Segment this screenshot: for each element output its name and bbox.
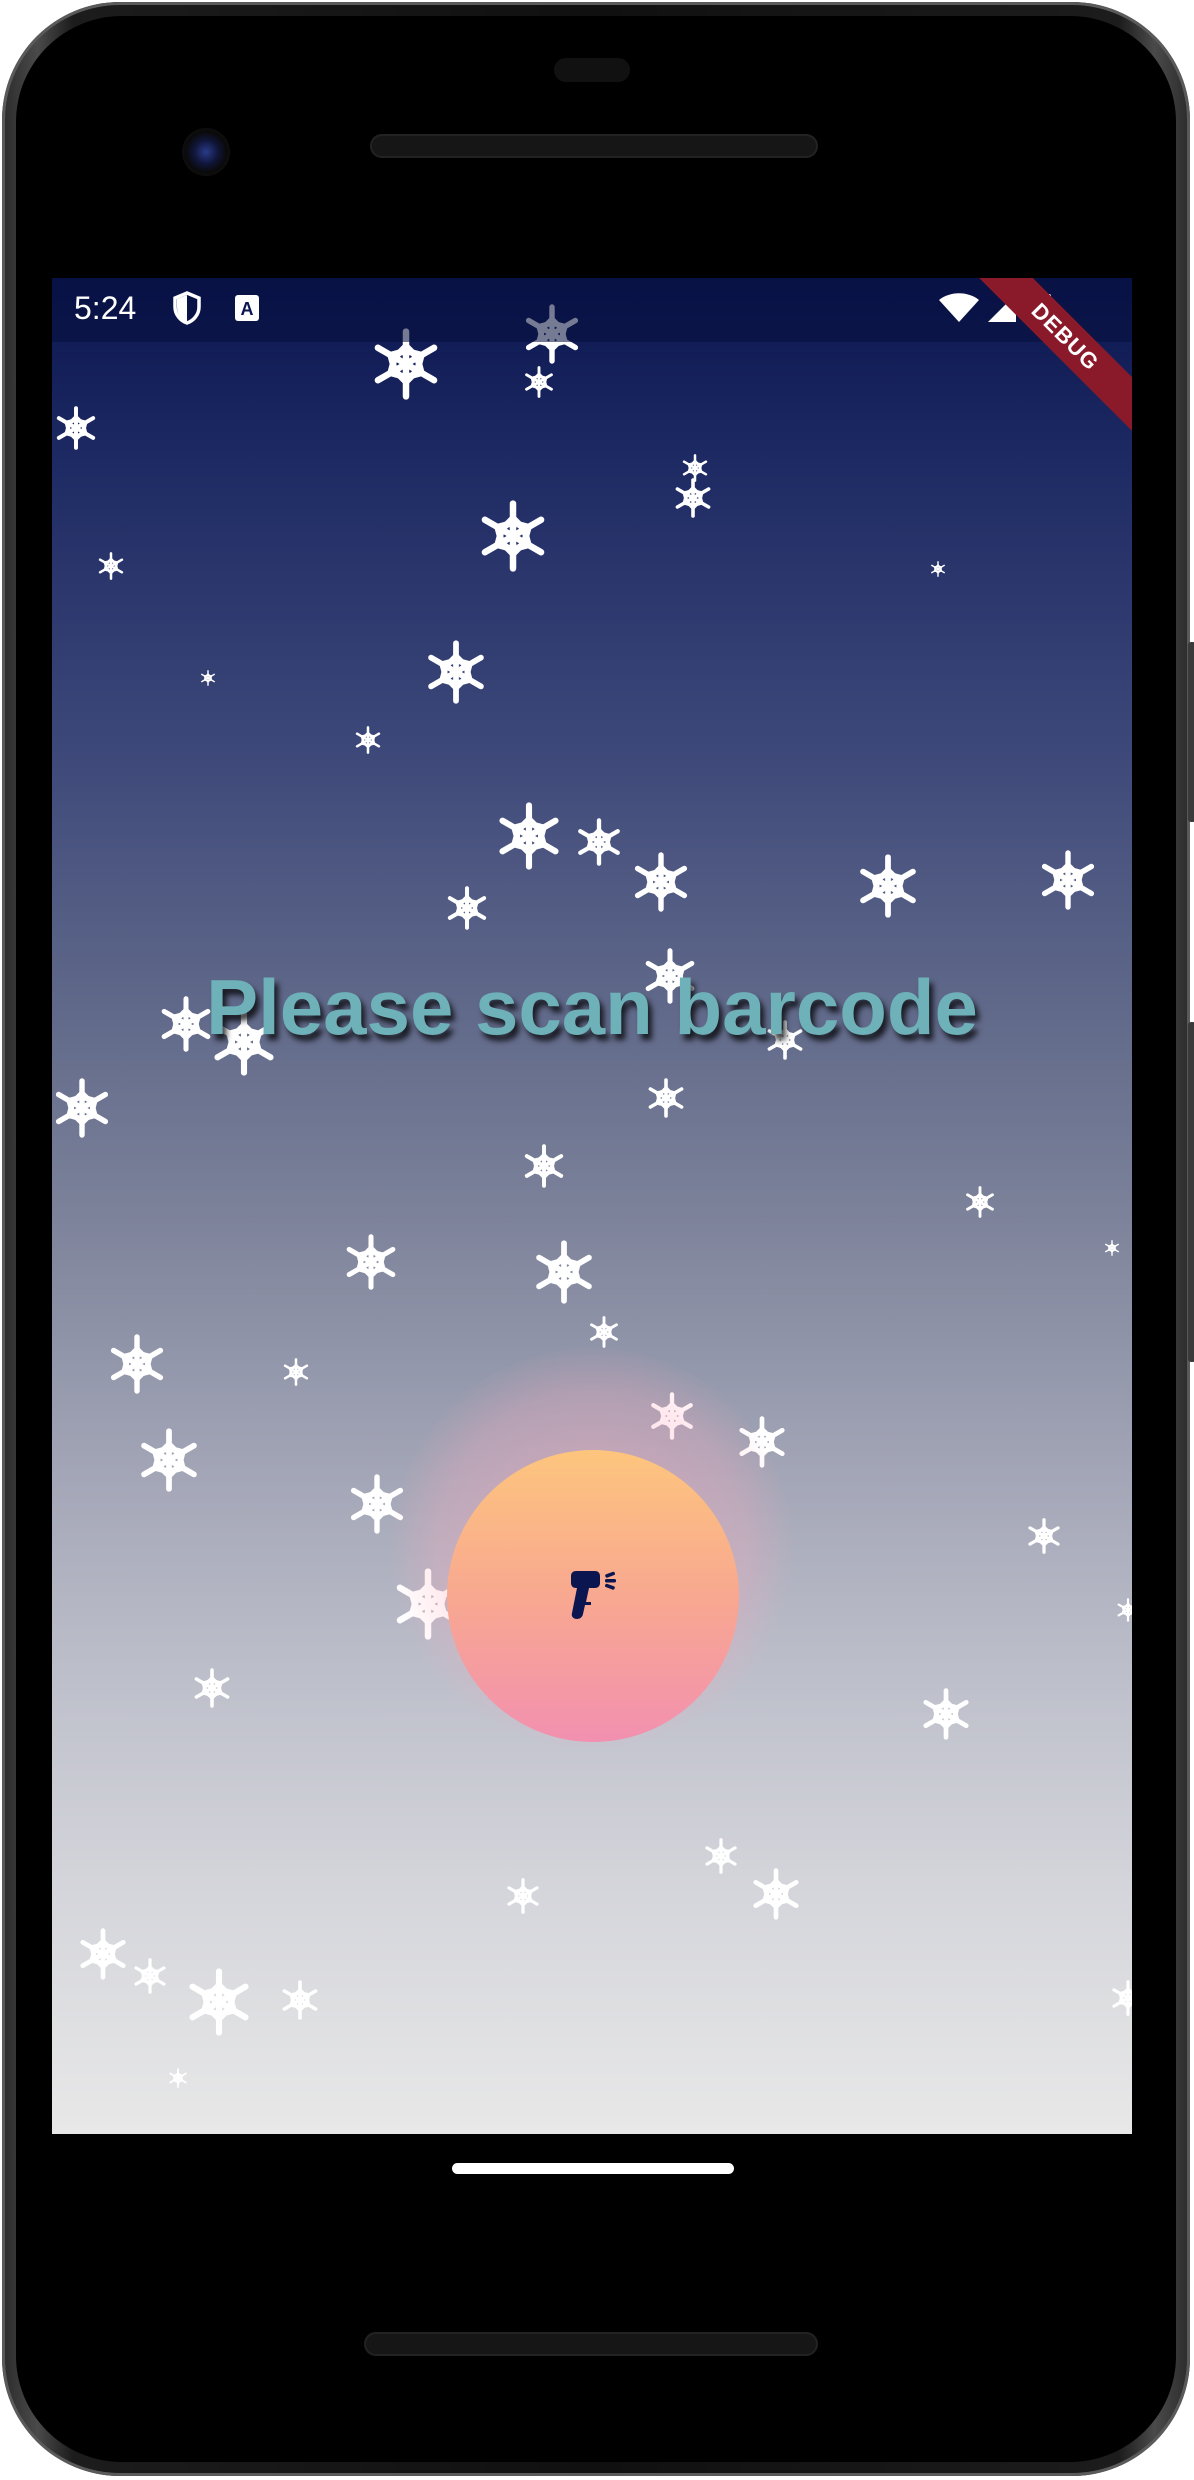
snowflake-icon [1038,850,1098,914]
snowflake-icon [424,640,488,708]
snowflake-icon [54,406,98,454]
page-title: Please scan barcode [206,963,978,1051]
snowflake-icon [588,1316,620,1352]
wifi-icon [938,290,980,326]
snowflake-icon [77,1928,129,1984]
scan-barcode-button[interactable] [447,1450,739,1742]
snowflake-icon [354,726,382,758]
snowflake-icon [523,366,555,402]
snowflake-icon [703,1838,739,1878]
snowflake-icon [107,1334,167,1398]
keyboard-a-icon: A [232,290,262,326]
snowflake-icon [137,1428,201,1496]
snowflake-icon [750,1868,802,1924]
snowflake-icon [52,1078,112,1142]
snowflake-icon [856,854,920,922]
snowflake-icon [343,1234,399,1294]
snowflake-icon [445,886,489,934]
snowflake-icon [681,454,709,486]
barcode-scanner-icon [565,1568,621,1624]
snowflake-icon [1104,1240,1120,1260]
volume-button [1188,1022,1194,1362]
svg-text:A: A [241,299,254,319]
status-bar: 5:24 A DEBUG [52,278,1132,439]
snowflake-icon [631,852,691,916]
snowflake-icon [1110,1980,1132,2020]
app-screen: 5:24 A DEBUG Please scan barcode [52,278,1132,2134]
snowflake-icon [930,561,946,581]
snowflake-icon [132,1958,168,1998]
snowflake-icon [280,1980,320,2024]
status-time: 5:24 [74,290,137,326]
snowflake-icon [964,1186,996,1222]
snowflake-icon [505,1878,541,1918]
snowflake-icon [1116,1598,1132,1626]
home-gesture-bar[interactable] [452,2163,734,2174]
snowflake-icon [97,552,125,584]
power-button [1188,642,1194,822]
earpiece-speaker [370,134,818,158]
snowflake-icon [192,1668,232,1712]
front-camera-icon [182,128,230,176]
snowflake-icon [646,1078,686,1122]
snowflake-icon [575,818,623,870]
snowflake-icon [495,802,563,874]
snowflake-icon [532,1240,596,1308]
snowflake-icon [477,500,549,576]
snowflake-icon [185,1968,253,2040]
snowflake-icon [1026,1518,1062,1558]
shield-icon [170,290,204,326]
snowflake-icon [168,2068,188,2092]
snowflake-icon [200,670,216,690]
snowflake-icon [522,1144,566,1192]
bottom-speaker [364,2332,818,2356]
snowflake-icon [920,1688,972,1744]
proximity-sensor [554,58,630,82]
snowflake-icon [282,1358,310,1390]
